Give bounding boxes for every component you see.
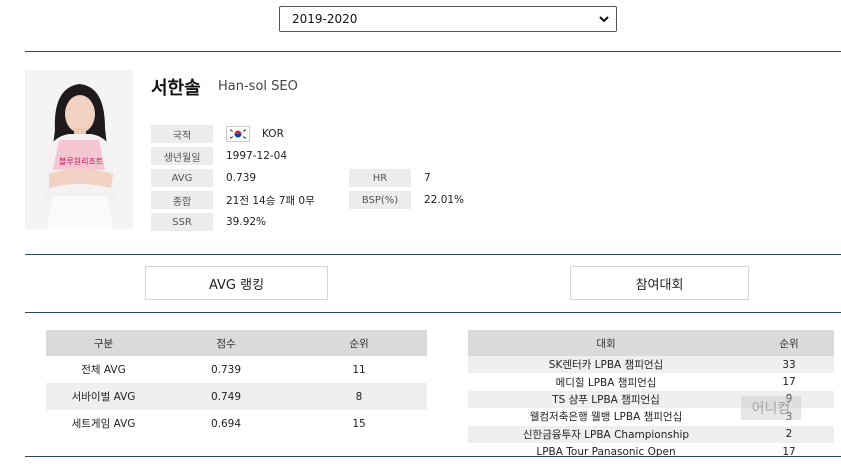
- avg-label: AVG: [151, 169, 213, 187]
- record-value: 21전 14승 7패 0무: [226, 194, 315, 207]
- rank-cell: 11: [352, 363, 366, 376]
- divider: [25, 254, 841, 255]
- tournament-name-cell: 신한금융투자 LPBA Championship: [468, 425, 744, 443]
- category-cell: 전체 AVG: [81, 364, 126, 376]
- column-header: 점수: [161, 330, 291, 356]
- south-korea-flag-icon: [226, 126, 250, 142]
- birth-value: 1997-12-04: [226, 150, 288, 162]
- hr-label: HR: [349, 169, 411, 187]
- rank-cell: 17: [782, 445, 796, 458]
- category-cell: 세트게임 AVG: [71, 418, 136, 430]
- table-row[interactable]: SK렌터카 LPBA 챔피언십 33: [468, 356, 834, 374]
- score-cell: 0.694: [210, 417, 242, 430]
- svg-text:블루원리조트: 블루원리조트: [59, 156, 103, 166]
- player-name-english: Han-sol SEO: [218, 79, 298, 94]
- rank-cell: 17: [782, 376, 796, 389]
- nationality-text: KOR: [262, 128, 284, 140]
- player-photo: 블루원리조트: [25, 70, 133, 229]
- ssr-label: SSR: [151, 213, 213, 231]
- season-select-value: 2019-2020: [292, 12, 358, 26]
- table-row: 전체 AVG 0.739 11: [46, 356, 427, 383]
- divider: [25, 456, 841, 457]
- tournament-name-cell: SK렌터카 LPBA 챔피언십: [468, 356, 744, 374]
- tournament-name-cell: TS 샴푸 LPBA 챔피언십: [468, 390, 744, 409]
- tournament-name-cell: LPBA Tour Panasonic Open: [536, 445, 676, 458]
- player-name-korean: 서한솔: [151, 78, 201, 99]
- table-row[interactable]: 신한금융투자 LPBA Championship 2: [468, 425, 834, 443]
- table-row: 세트게임 AVG 0.694 15: [46, 410, 427, 437]
- rank-cell: 33: [744, 356, 834, 374]
- score-cell: 0.749: [161, 383, 291, 410]
- table-row[interactable]: LPBA Tour Panasonic Open 17: [468, 443, 834, 460]
- table-row: 서바이벌 AVG 0.749 8: [46, 383, 427, 410]
- nationality-value: KOR: [226, 125, 284, 143]
- birth-label: 생년월일: [151, 147, 213, 165]
- hr-value: 7: [424, 172, 431, 184]
- tournament-name-cell: 메디힐 LPBA 챔피언십: [555, 376, 657, 389]
- category-cell: 서바이벌 AVG: [46, 383, 161, 410]
- column-header: 구분: [46, 330, 161, 356]
- table-row[interactable]: 메디힐 LPBA 챔피언십 17: [468, 373, 834, 390]
- tournament-name-cell: 웰컴저축은행 웰뱅 LPBA 챔피언십: [529, 411, 683, 424]
- divider: [25, 312, 841, 313]
- column-header: 순위: [744, 330, 834, 356]
- bsp-value: 22.01%: [424, 194, 465, 206]
- score-cell: 0.739: [210, 363, 242, 376]
- watermark: 어니컴: [741, 396, 801, 420]
- rank-cell: 8: [291, 383, 427, 410]
- rank-cell: 15: [352, 417, 366, 430]
- chevron-down-icon: [599, 16, 609, 23]
- season-select[interactable]: 2019-2020: [279, 6, 617, 32]
- column-header: 순위: [291, 330, 427, 356]
- avg-ranking-table: 구분 점수 순위 전체 AVG 0.739 11 서바이벌 AVG 0.749 …: [46, 330, 427, 437]
- nationality-label: 국적: [151, 125, 213, 143]
- rank-cell: 2: [744, 425, 834, 443]
- ssr-value: 39.92%: [226, 216, 267, 228]
- column-header: 대회: [468, 330, 744, 356]
- tab-tournaments[interactable]: 참여대회: [570, 266, 749, 300]
- record-label: 종합: [151, 191, 213, 209]
- bsp-label: BSP(%): [349, 191, 411, 209]
- avg-value: 0.739: [226, 172, 257, 184]
- tab-avg-ranking[interactable]: AVG 랭킹: [145, 266, 328, 300]
- divider: [25, 51, 841, 52]
